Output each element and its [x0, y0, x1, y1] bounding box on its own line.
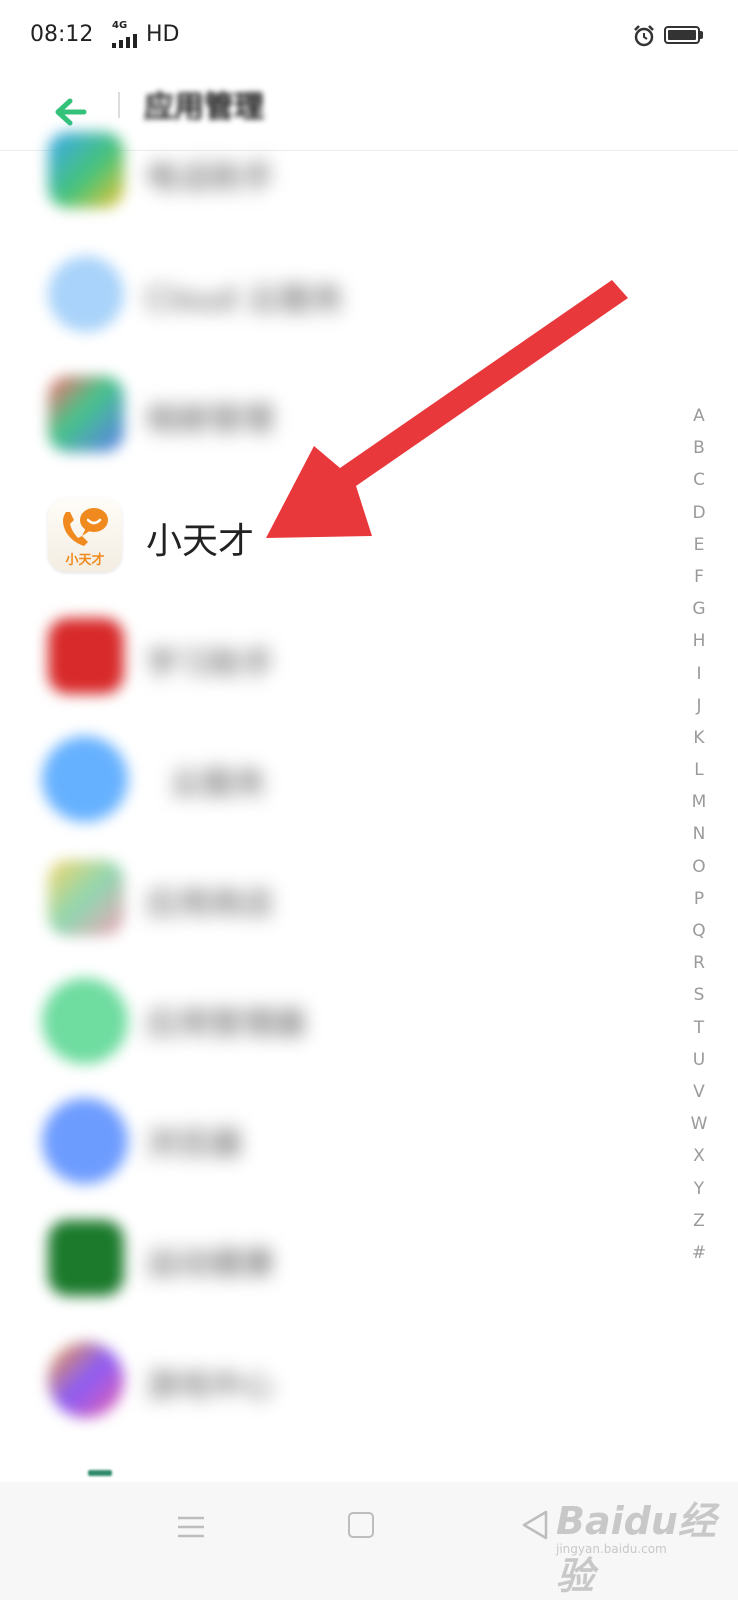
app-list-item[interactable]: 云服务	[0, 720, 690, 840]
app-list-item[interactable]: 应用商店	[0, 840, 690, 960]
app-icon	[48, 860, 124, 936]
app-icon	[48, 618, 124, 694]
alphabet-letter[interactable]: N	[684, 818, 714, 850]
app-label: 运动健康	[146, 1244, 275, 1282]
alphabet-letter[interactable]: U	[684, 1044, 714, 1076]
status-bar: 08:12 4G HD	[0, 0, 738, 72]
alphabet-letter[interactable]: #	[684, 1237, 714, 1269]
status-time: 08:12	[30, 22, 94, 47]
alphabet-letter[interactable]: Y	[684, 1173, 714, 1205]
menu-icon[interactable]	[174, 1512, 208, 1542]
battery-tip	[700, 31, 703, 39]
app-list-item[interactable]: Cloud 云服务	[0, 236, 690, 356]
hd-label: HD	[146, 22, 180, 47]
alphabet-letter[interactable]: P	[684, 883, 714, 915]
alphabet-letter[interactable]: V	[684, 1076, 714, 1108]
alphabet-letter[interactable]: C	[684, 464, 714, 496]
back-triangle-icon[interactable]	[520, 1508, 550, 1542]
alphabet-letter[interactable]: S	[684, 979, 714, 1011]
watermark-url: jingyan.baidu.com	[556, 1542, 667, 1556]
xiaotiancai-app-icon[interactable]: 小天才	[48, 498, 122, 572]
svg-text:小天才: 小天才	[65, 552, 104, 568]
app-list-item[interactable]: 电话助手	[0, 114, 690, 234]
signal-icon	[112, 34, 137, 48]
battery-icon	[664, 26, 700, 44]
alphabet-letter[interactable]: T	[684, 1012, 714, 1044]
app-icon	[48, 1342, 124, 1418]
alphabet-letter[interactable]: J	[684, 690, 714, 722]
alphabet-letter[interactable]: I	[684, 658, 714, 690]
app-label: Cloud 云服务	[146, 280, 344, 318]
alphabet-letter[interactable]: G	[684, 593, 714, 625]
alarm-icon	[634, 25, 654, 47]
app-list-item[interactable]: 相册管理	[0, 356, 690, 476]
app-list-item[interactable]: 应用管理器	[0, 960, 690, 1080]
alphabet-letter[interactable]: M	[684, 786, 714, 818]
app-icon	[48, 1220, 124, 1296]
alphabet-index[interactable]: A B C D E F G H I J K L M N O P Q R S T U V W X Y Z #	[684, 400, 714, 1269]
app-list-item[interactable]: 浏览器	[0, 1080, 690, 1200]
app-list-item[interactable]: 运动健康	[0, 1200, 690, 1320]
home-icon[interactable]	[348, 1512, 374, 1538]
app-label: 应用管理器	[146, 1004, 307, 1042]
alphabet-letter[interactable]: A	[684, 400, 714, 432]
alphabet-letter[interactable]: Q	[684, 915, 714, 947]
app-label: 相册管理	[146, 400, 275, 438]
alphabet-letter[interactable]: X	[684, 1140, 714, 1172]
alphabet-letter[interactable]: O	[684, 851, 714, 883]
app-icon	[48, 256, 124, 332]
app-label: 浏览器	[146, 1124, 243, 1162]
alphabet-letter[interactable]: E	[684, 529, 714, 561]
alphabet-letter[interactable]: L	[684, 754, 714, 786]
alphabet-letter[interactable]: W	[684, 1108, 714, 1140]
app-label: 学习助手	[146, 644, 275, 682]
app-label: 应用商店	[146, 884, 275, 922]
alphabet-letter[interactable]: R	[684, 947, 714, 979]
alphabet-letter[interactable]: Z	[684, 1205, 714, 1237]
alphabet-letter[interactable]: B	[684, 432, 714, 464]
system-nav-bar: Baidu经验 jingyan.baidu.com	[0, 1482, 738, 1600]
alphabet-letter[interactable]: K	[684, 722, 714, 754]
alphabet-letter[interactable]: D	[684, 497, 714, 529]
app-icon	[42, 1098, 128, 1184]
app-label: 小天才	[146, 521, 255, 562]
phone-chat-icon: 小天才	[63, 508, 108, 568]
app-list-item[interactable]: 学习助手	[0, 600, 690, 720]
app-icon	[48, 132, 124, 208]
app-label: 游戏中心	[146, 1366, 275, 1404]
app-label: 电话助手	[146, 158, 275, 196]
app-icon	[48, 376, 124, 452]
alphabet-letter[interactable]: H	[684, 625, 714, 657]
app-list-item[interactable]: 游戏中心	[0, 1320, 690, 1440]
partial-app-icon	[88, 1470, 112, 1476]
app-icon	[42, 736, 128, 822]
network-type-label: 4G	[112, 20, 128, 31]
app-label: 云服务	[170, 764, 267, 802]
alphabet-letter[interactable]: F	[684, 561, 714, 593]
app-icon	[42, 978, 128, 1064]
